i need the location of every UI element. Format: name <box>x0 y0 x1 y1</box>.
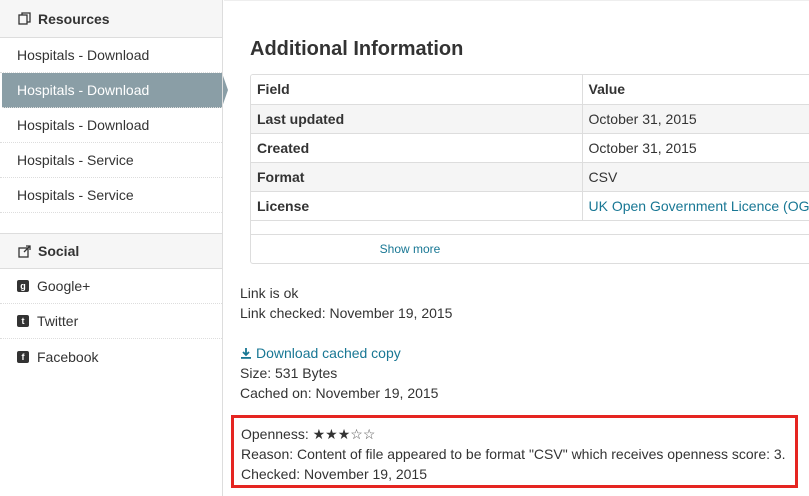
star-empty-icon: ☆ <box>362 426 376 442</box>
link-status: Link is ok <box>240 285 299 301</box>
social-heading: Social <box>0 233 222 269</box>
resource-item[interactable]: Hospitals - Download <box>0 108 222 143</box>
table-row: Last updated October 31, 2015 <box>251 104 809 134</box>
main-content: Additional Information Field Value Last … <box>224 0 809 496</box>
resource-item[interactable]: Hospitals - Service <box>0 143 222 178</box>
cache-block: Download cached copy Size: 531 Bytes Cac… <box>240 343 438 403</box>
top-divider <box>224 0 809 4</box>
star-filled-icon: ★ <box>312 426 326 442</box>
openness-row: Openness: ★★★☆☆ <box>241 424 786 444</box>
download-cached-link[interactable]: Download cached copy <box>256 345 401 361</box>
additional-info-table: Field Value Last updated October 31, 201… <box>250 74 809 264</box>
link-checked: Link checked: November 19, 2015 <box>240 305 453 321</box>
link-status-block: Link is ok Link checked: November 19, 20… <box>240 283 452 323</box>
cached-size: Size: 531 Bytes <box>240 365 338 381</box>
google-plus-link[interactable]: g Google+ <box>0 269 222 304</box>
download-icon <box>240 344 252 359</box>
openness-block: Openness: ★★★☆☆ Reason: Content of file … <box>241 424 786 484</box>
value-cell: UK Open Government Licence (OG <box>582 191 809 221</box>
twitter-link[interactable]: t Twitter <box>0 304 222 339</box>
sidebar: Resources Hospitals - Download Hospitals… <box>0 0 228 496</box>
star-filled-icon: ★ <box>325 426 338 442</box>
column-header-field: Field <box>251 75 583 105</box>
table-row: Created October 31, 2015 <box>251 133 809 163</box>
resource-item-active[interactable]: Hospitals - Download <box>2 73 228 108</box>
social-label: Facebook <box>37 348 99 365</box>
resource-item[interactable]: Hospitals - Download <box>0 38 222 73</box>
table-header-row: Field Value <box>251 75 809 105</box>
share-icon <box>17 244 31 258</box>
table-row: License UK Open Government Licence (OG <box>251 191 809 221</box>
openness-reason: Reason: Content of file appeared to be f… <box>241 446 786 462</box>
openness-highlight-box: Openness: ★★★☆☆ Reason: Content of file … <box>231 415 798 488</box>
star-filled-icon: ★ <box>337 426 351 442</box>
column-header-value: Value <box>582 75 809 105</box>
copy-icon <box>17 12 31 26</box>
license-link[interactable]: UK Open Government Licence (OG <box>589 198 809 214</box>
resources-heading-label: Resources <box>38 10 110 27</box>
openness-stars: ★★★☆☆ <box>313 426 376 442</box>
openness-label: Openness: <box>241 426 309 442</box>
social-heading-label: Social <box>38 243 80 259</box>
download-cached-row: Download cached copy <box>240 343 438 363</box>
cached-on: Cached on: November 19, 2015 <box>240 385 439 401</box>
field-cell: License <box>251 191 583 221</box>
page-title: Additional Information <box>250 38 464 60</box>
resource-item[interactable]: Hospitals - Service <box>0 178 222 213</box>
value-cell: October 31, 2015 <box>582 133 809 163</box>
show-more-link[interactable]: Show more <box>380 242 441 256</box>
field-cell: Created <box>251 133 583 163</box>
resource-item-label: Hospitals - Download <box>17 82 150 98</box>
openness-checked: Checked: November 19, 2015 <box>241 466 427 482</box>
field-cell: Format <box>251 162 583 192</box>
show-more-row: Show more <box>251 235 809 263</box>
resource-item-label: Hospitals - Service <box>17 187 134 203</box>
resource-item-label: Hospitals - Download <box>17 47 150 63</box>
resource-item-label: Hospitals - Download <box>17 117 150 133</box>
table-gap-row <box>251 220 809 235</box>
facebook-link[interactable]: f Facebook <box>0 339 222 374</box>
table-row: Format CSV <box>251 162 809 192</box>
resources-heading: Resources <box>0 0 222 38</box>
facebook-icon: f <box>17 350 29 363</box>
social-label: Google+ <box>37 278 91 294</box>
resource-item-label: Hospitals - Service <box>17 152 134 168</box>
social-label: Twitter <box>37 313 79 329</box>
resources-list: Hospitals - Download Hospitals - Downloa… <box>0 38 228 213</box>
field-cell: Last updated <box>251 104 583 134</box>
google-plus-icon: g <box>17 280 29 292</box>
twitter-icon: t <box>17 315 29 327</box>
value-cell: CSV <box>582 162 809 192</box>
value-cell: October 31, 2015 <box>582 104 809 134</box>
star-empty-icon: ☆ <box>350 426 363 442</box>
